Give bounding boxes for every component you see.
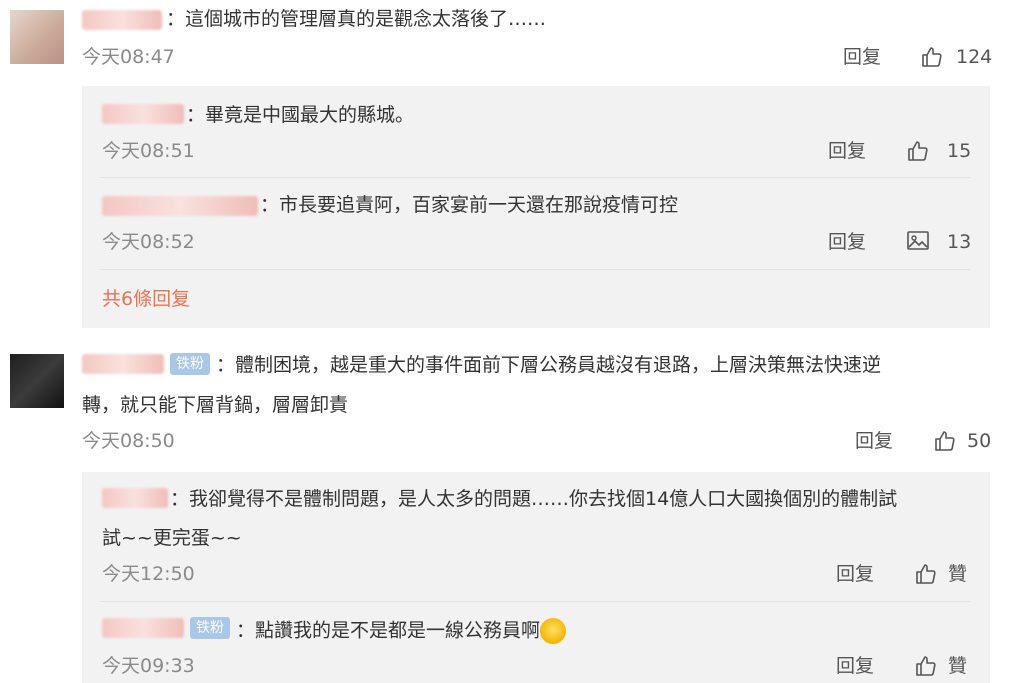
reply-button[interactable]: 回复 [843,46,881,68]
fan-badge: 铁粉 [190,617,230,639]
like-count: 50 [967,430,992,452]
thumbs-up-icon[interactable] [906,139,930,163]
thumbs-up-icon[interactable] [914,562,938,586]
comment-text-line2: 轉，就只能下層背鍋，層層卸責 [82,394,349,416]
username[interactable] [102,196,258,216]
avatar[interactable] [10,10,64,64]
more-replies-link[interactable]: 共6條回复 [102,288,190,310]
comment-time: 今天08:50 [82,430,175,452]
reply-text: ：點讚我的是不是都是一線公務員啊 [236,618,567,644]
thumbs-up-icon[interactable] [933,429,957,453]
reply-button[interactable]: 回复 [836,655,874,677]
like-count: 15 [947,140,972,162]
reply-time: 今天12:50 [102,563,195,585]
like-label: 贊 [948,563,968,585]
reply-text-line2: 試~~更完蛋~~ [102,527,242,549]
username[interactable] [102,618,184,638]
comment-text-line1: ：體制困境，越是重大的事件面前下層公務員越沒有退路，上層決策無法快速逆 [216,354,882,376]
divider [100,177,970,178]
reply-button[interactable]: 回复 [855,430,893,452]
like-label: 贊 [948,655,968,677]
thumbs-up-icon[interactable] [914,654,938,678]
divider [100,269,970,270]
username[interactable] [82,354,164,374]
like-count: 13 [947,231,972,253]
reply-button[interactable]: 回复 [836,563,874,585]
username[interactable] [102,104,184,124]
comment-text: ：這個城市的管理層真的是觀念太落後了…… [166,8,547,30]
reply-button[interactable]: 回复 [828,140,866,162]
reply-time: 今天09:33 [102,655,195,677]
reply-text: ：畢竟是中國最大的縣城。 [186,104,415,126]
reply-text-line1: ：我卻覺得不是體制問題，是人太多的問題……你去找個14億人口大國換個別的體制試 [170,488,898,510]
reply-time: 今天08:51 [102,140,195,162]
avatar[interactable] [10,354,64,408]
reply-button[interactable]: 回复 [828,231,866,253]
username[interactable] [102,488,168,508]
divider [100,601,970,602]
reply-text: ：市長要追責阿，百家宴前一天還在那說疫情可控 [260,194,679,216]
laughing-crying-emoji-icon [540,618,567,644]
like-count: 124 [956,46,993,68]
comment-time: 今天08:47 [82,46,175,68]
image-icon[interactable] [906,229,930,253]
fan-badge: 铁粉 [170,353,210,375]
username[interactable] [82,10,162,30]
reply-time: 今天08:52 [102,231,195,253]
thumbs-up-icon[interactable] [920,45,944,69]
